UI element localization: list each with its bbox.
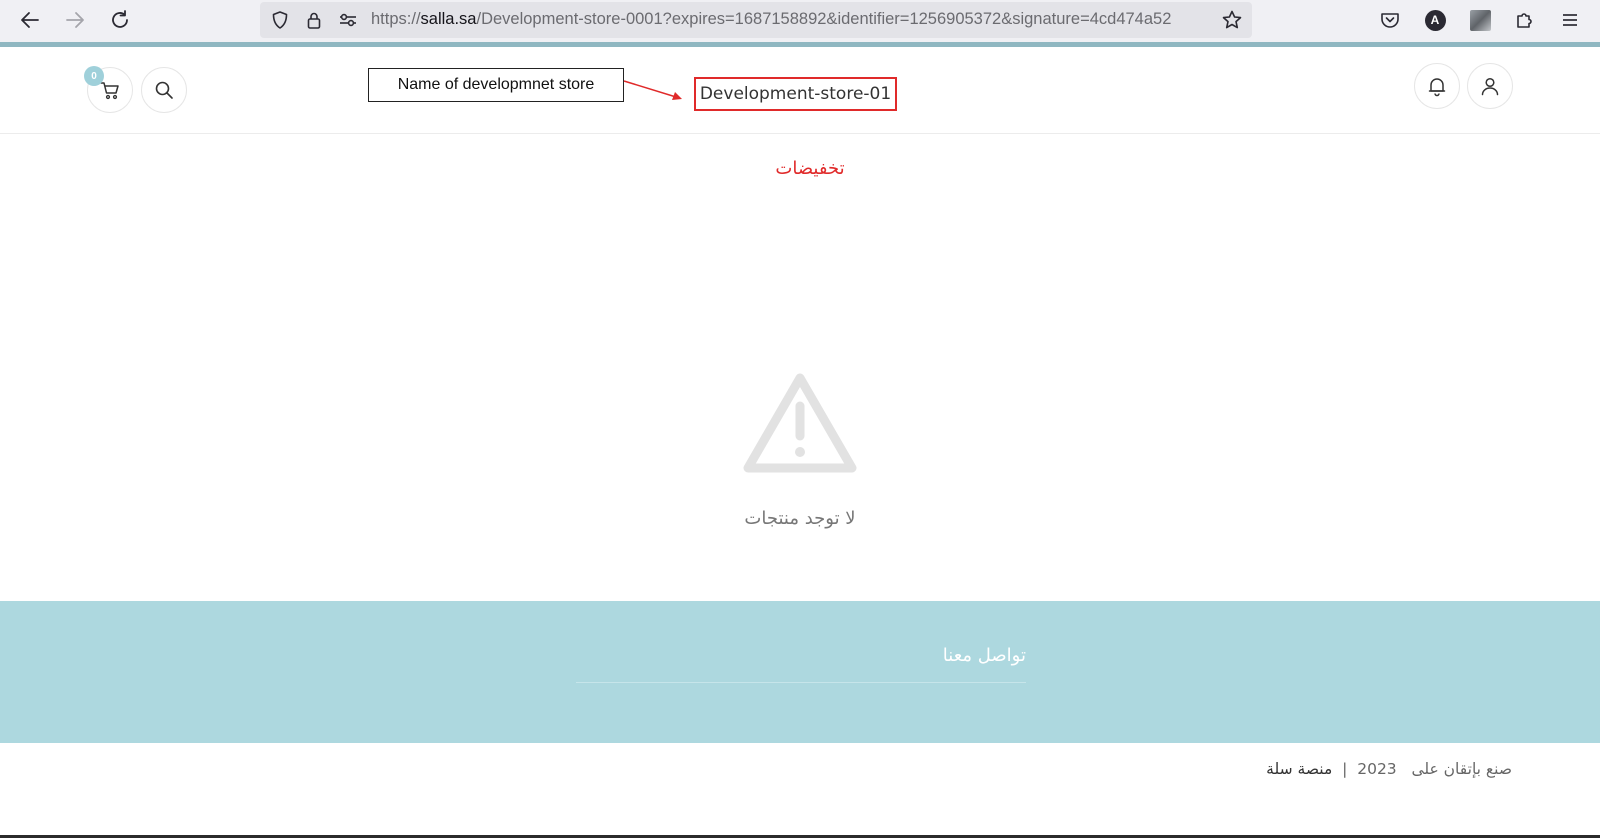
annotation-arrow bbox=[623, 80, 682, 100]
extensions-button[interactable] bbox=[1510, 5, 1540, 35]
url-scheme: https:// bbox=[371, 10, 421, 28]
contact-title: تواصل معنا bbox=[942, 645, 1026, 666]
bookmark-button[interactable] bbox=[1220, 8, 1244, 32]
user-icon bbox=[1481, 77, 1499, 96]
extension-avatar-icon bbox=[1469, 9, 1491, 31]
bell-icon bbox=[1428, 78, 1446, 97]
empty-state-message: لا توجد منتجات bbox=[744, 508, 856, 529]
copyright: صنع بإتقان على 2023 | منصة سلة bbox=[1200, 760, 1512, 786]
section-title: تخفيضات bbox=[775, 158, 845, 179]
app-menu-button[interactable] bbox=[1555, 5, 1585, 35]
back-button[interactable] bbox=[15, 5, 45, 35]
pocket-button[interactable] bbox=[1375, 5, 1405, 35]
tracking-protection-button[interactable] bbox=[268, 8, 292, 32]
annotation-label: Name of developmnet store bbox=[368, 68, 624, 102]
shield-icon bbox=[272, 11, 288, 29]
warning-icon bbox=[743, 373, 857, 473]
forward-icon bbox=[66, 12, 84, 28]
forward-button[interactable] bbox=[60, 5, 90, 35]
footer-divider bbox=[576, 682, 1026, 683]
url-bar[interactable]: https://salla.sa/Development-store-0001?… bbox=[260, 2, 1252, 38]
notifications-button[interactable] bbox=[1414, 63, 1460, 109]
extension-avatar-button[interactable] bbox=[1465, 5, 1495, 35]
permissions-icon bbox=[340, 13, 356, 27]
site-security-button[interactable] bbox=[302, 8, 326, 32]
url-path: /Development-store-0001?expires=16871588… bbox=[476, 10, 1172, 28]
footer bbox=[0, 601, 1600, 743]
pocket-icon bbox=[1381, 13, 1399, 28]
browser-toolbar: https://salla.sa/Development-store-0001?… bbox=[0, 0, 1600, 42]
search-icon bbox=[155, 81, 173, 99]
reload-icon bbox=[112, 10, 128, 28]
account-menu-button[interactable] bbox=[1467, 63, 1513, 109]
account-button[interactable]: A bbox=[1420, 5, 1450, 35]
lock-icon bbox=[307, 12, 321, 29]
copyright-year: 2023 bbox=[1357, 760, 1397, 778]
cart-count-badge: 0 bbox=[84, 66, 104, 86]
account-icon: A bbox=[1424, 9, 1446, 31]
cart-icon bbox=[100, 82, 119, 100]
search-button[interactable] bbox=[141, 67, 187, 113]
menu-icon bbox=[1563, 14, 1577, 26]
copyright-separator: | bbox=[1342, 760, 1348, 778]
extensions-icon bbox=[1517, 13, 1532, 28]
reload-button[interactable] bbox=[105, 5, 135, 35]
platform-link[interactable]: منصة سلة bbox=[1266, 760, 1332, 778]
permissions-button[interactable] bbox=[336, 8, 360, 32]
profile-letter: A bbox=[1430, 13, 1440, 27]
url-text[interactable]: https://salla.sa/Development-store-0001?… bbox=[371, 10, 1211, 32]
store-name[interactable]: Development-store-01 bbox=[694, 77, 897, 111]
back-icon bbox=[21, 12, 39, 28]
star-icon bbox=[1222, 10, 1242, 29]
url-host: salla.sa bbox=[420, 10, 477, 28]
made-with-text: صنع بإتقان على bbox=[1411, 760, 1512, 778]
